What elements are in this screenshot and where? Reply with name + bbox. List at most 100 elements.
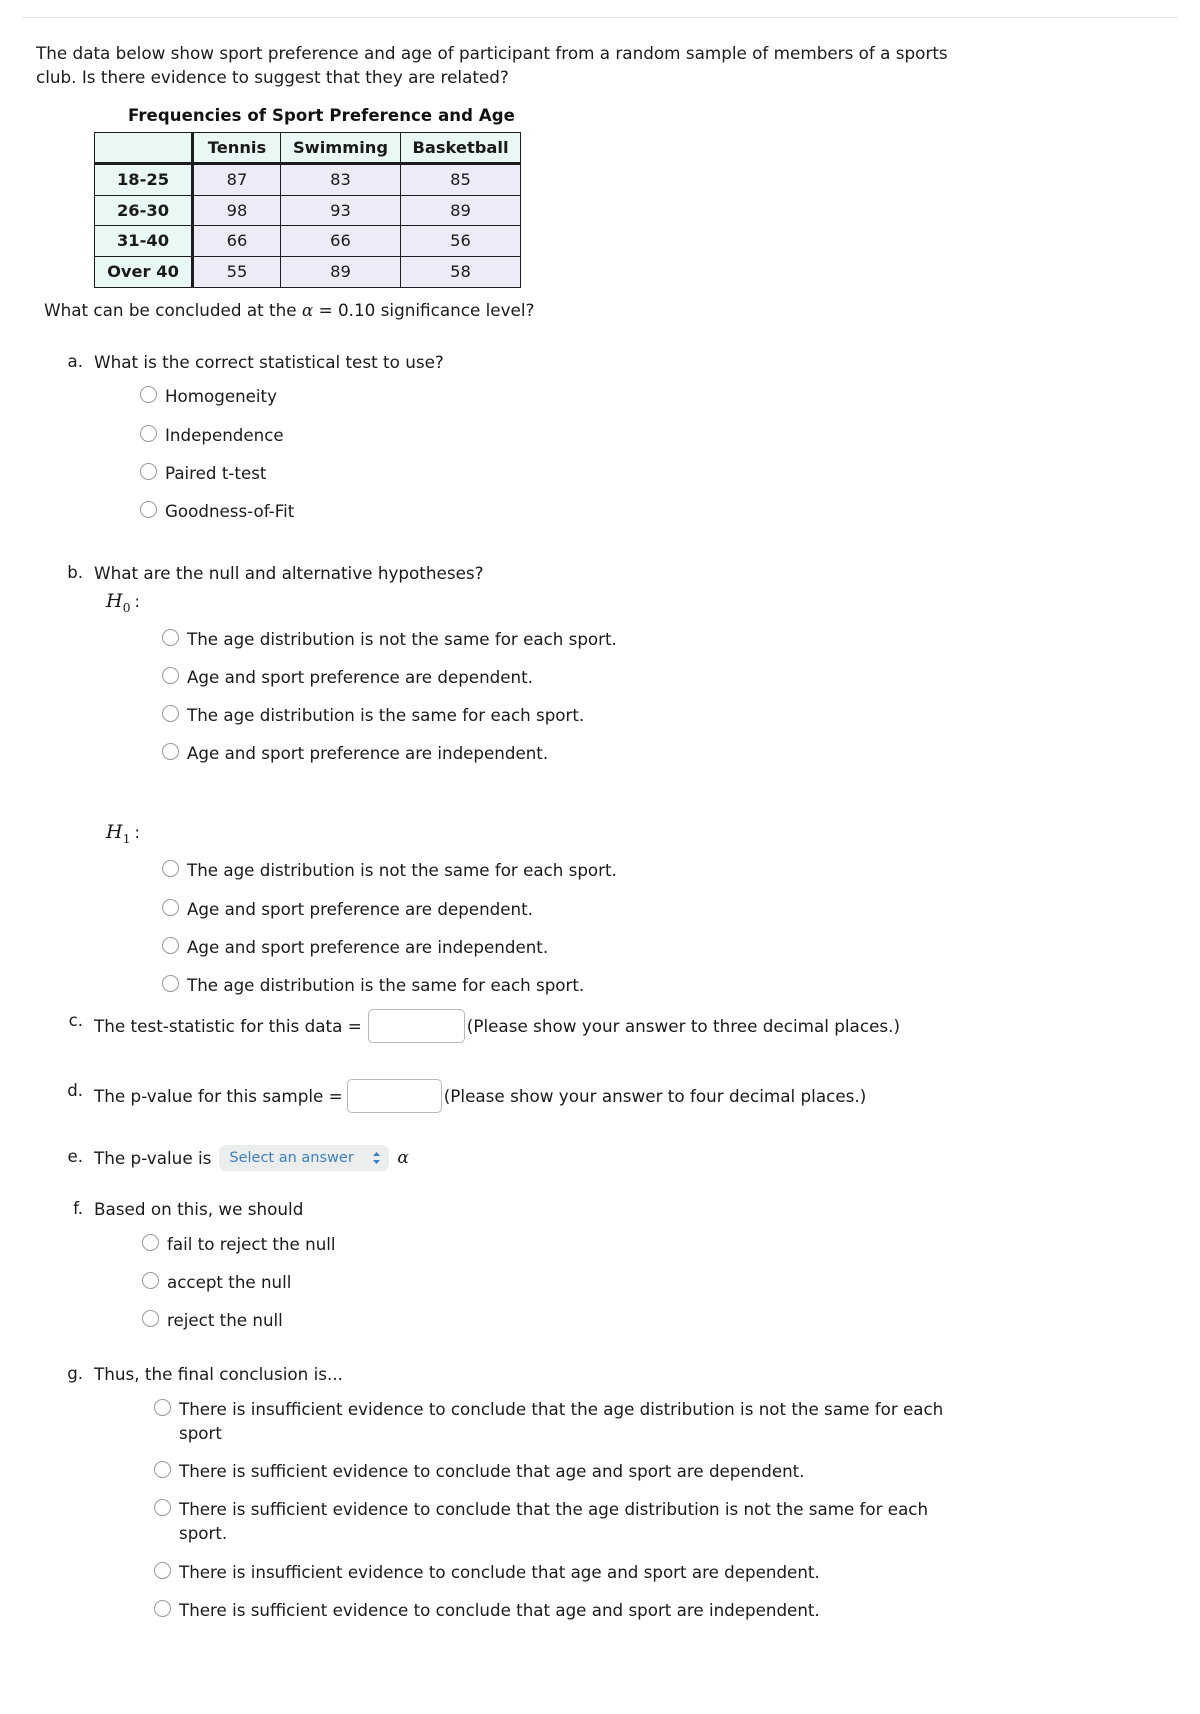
p-value-input[interactable] — [346, 1079, 442, 1114]
part-c-letter: c. — [68, 1011, 83, 1031]
column-header-tennis: Tennis — [192, 131, 281, 166]
cell-26-30-tennis: 98 — [192, 194, 281, 227]
h0-letter: H — [106, 589, 123, 612]
radio-button-icon[interactable] — [162, 705, 179, 722]
radio-button-icon[interactable] — [142, 1310, 159, 1328]
h0-option-3[interactable]: The age distribution is the same for eac… — [162, 703, 1164, 727]
part-c: c. The test-statistic for this data = (P… — [36, 1009, 1164, 1044]
radio-button-icon[interactable] — [162, 975, 179, 993]
radio-button-icon[interactable] — [162, 860, 179, 878]
radio-button-icon[interactable] — [142, 1233, 159, 1251]
intro-text: The data below show sport preference and… — [36, 43, 948, 87]
option-label: There is sufficient evidence to conclude… — [179, 1499, 929, 1544]
option-label: Age and sport preference are independent… — [187, 743, 549, 764]
null-hypothesis-label: H0: — [106, 588, 1164, 617]
radio-button-icon[interactable] — [154, 1599, 171, 1617]
option-fail-to-reject-null[interactable]: fail to reject the null — [142, 1232, 1164, 1256]
radio-button-icon[interactable] — [162, 628, 179, 646]
table-title: Frequencies of Sport Preference and Age — [128, 105, 515, 125]
part-g-letter: g. — [67, 1364, 83, 1384]
row-label-26-30: 26-30 — [94, 194, 194, 227]
radio-button-icon[interactable] — [162, 936, 179, 954]
part-c-hint: (Please show your answer to three decima… — [466, 1016, 901, 1037]
option-label: Age and sport preference are dependent. — [187, 898, 533, 919]
radio-button-icon[interactable] — [162, 743, 179, 761]
option-label: The age distribution is not the same for… — [187, 628, 617, 649]
radio-button-icon[interactable] — [154, 1561, 171, 1579]
part-a: a. What is the correct statistical test … — [36, 350, 1164, 523]
part-d-letter: d. — [67, 1081, 83, 1101]
row-label-31-40: 31-40 — [94, 225, 194, 258]
conclusion-option-4[interactable]: There is insufficient evidence to conclu… — [154, 1560, 1164, 1584]
radio-button-icon[interactable] — [154, 1398, 171, 1416]
radio-button-icon[interactable] — [162, 898, 179, 916]
part-a-options: Homogeneity Independence Paired t-test G… — [140, 384, 1164, 523]
cell-over-40-tennis: 55 — [192, 256, 281, 288]
radio-button-icon[interactable] — [140, 501, 157, 519]
h0-option-4[interactable]: Age and sport preference are independent… — [162, 741, 1164, 765]
option-paired-t-test[interactable]: Paired t-test — [140, 461, 1164, 485]
option-accept-null[interactable]: accept the null — [142, 1270, 1164, 1294]
part-c-row: The test-statistic for this data = (Plea… — [94, 1009, 1164, 1044]
part-a-question: What is the correct statistical test to … — [94, 352, 444, 373]
part-f-options: fail to reject the null accept the null … — [142, 1232, 1164, 1333]
frequency-table: Tennis Swimming Basketball 18-25 87 83 8… — [94, 131, 521, 288]
h1-option-1[interactable]: The age distribution is not the same for… — [162, 858, 1164, 882]
radio-button-icon[interactable] — [154, 1499, 171, 1517]
h1-subscript: 1 — [122, 831, 131, 847]
part-e: e. The p-value is Select an answer α — [36, 1145, 1164, 1172]
h1-option-4[interactable]: The age distribution is the same for eac… — [162, 973, 1164, 997]
option-independence[interactable]: Independence — [140, 423, 1164, 447]
part-d-label: The p-value for this sample = — [94, 1086, 343, 1107]
cell-31-40-basketball: 56 — [400, 225, 521, 258]
option-label: reject the null — [167, 1310, 283, 1331]
option-label: Paired t-test — [165, 462, 267, 483]
part-b-question: What are the null and alternative hypoth… — [94, 563, 484, 584]
part-c-label: The test-statistic for this data = — [94, 1016, 362, 1037]
significance-level-line: What can be concluded at the α = 0.10 si… — [44, 298, 1164, 322]
conclusion-option-3[interactable]: There is sufficient evidence to conclude… — [154, 1497, 1164, 1545]
h0-option-2[interactable]: Age and sport preference are dependent. — [162, 665, 1164, 689]
option-label: accept the null — [167, 1271, 292, 1292]
alternative-hypothesis-label: H1: — [106, 819, 1164, 848]
part-e-row: The p-value is Select an answer α — [94, 1145, 1164, 1172]
option-label: The age distribution is the same for eac… — [187, 975, 585, 996]
select-value-text: Select an answer — [229, 1149, 354, 1166]
h1-option-2[interactable]: Age and sport preference are dependent. — [162, 897, 1164, 921]
radio-button-icon[interactable] — [162, 666, 179, 684]
table-row: 18-25 87 83 85 — [94, 163, 521, 196]
part-b-letter: b. — [67, 563, 83, 583]
conclusion-option-5[interactable]: There is sufficient evidence to conclude… — [154, 1598, 1164, 1622]
option-reject-null[interactable]: reject the null — [142, 1308, 1164, 1332]
table-row: 31-40 66 66 56 — [94, 225, 521, 258]
radio-button-icon[interactable] — [140, 462, 157, 480]
conclusion-option-1[interactable]: There is insufficient evidence to conclu… — [154, 1397, 1164, 1445]
option-label: Independence — [165, 424, 284, 445]
option-label: There is sufficient evidence to conclude… — [179, 1461, 805, 1482]
h0-subscript: 0 — [122, 599, 131, 615]
conclusion-option-2[interactable]: There is sufficient evidence to conclude… — [154, 1459, 1164, 1483]
h0-option-1[interactable]: The age distribution is not the same for… — [162, 627, 1164, 651]
p-value-comparison-select[interactable]: Select an answer — [219, 1145, 390, 1172]
part-d-row: The p-value for this sample = (Please sh… — [94, 1079, 1164, 1114]
hypothesis-gap — [94, 765, 1164, 817]
test-statistic-input[interactable] — [367, 1009, 465, 1044]
h1-option-3[interactable]: Age and sport preference are independent… — [162, 935, 1164, 959]
cell-over-40-swimming: 89 — [280, 256, 401, 288]
significance-prefix: What can be concluded at the — [44, 299, 302, 320]
h0-colon: : — [134, 591, 140, 611]
radio-button-icon[interactable] — [154, 1461, 171, 1479]
column-header-basketball: Basketball — [400, 131, 521, 166]
part-d: d. The p-value for this sample = (Please… — [36, 1079, 1164, 1114]
option-label: The age distribution is not the same for… — [187, 860, 617, 881]
option-homogeneity[interactable]: Homogeneity — [140, 384, 1164, 408]
alpha-symbol: α — [301, 299, 314, 320]
option-label: Goodness-of-Fit — [165, 501, 295, 522]
h1-colon: : — [134, 823, 140, 843]
cell-18-25-swimming: 83 — [280, 163, 401, 196]
radio-button-icon[interactable] — [140, 386, 157, 404]
part-e-label: The p-value is — [94, 1148, 212, 1169]
option-goodness-of-fit[interactable]: Goodness-of-Fit — [140, 499, 1164, 523]
radio-button-icon[interactable] — [140, 424, 157, 442]
radio-button-icon[interactable] — [142, 1271, 159, 1289]
